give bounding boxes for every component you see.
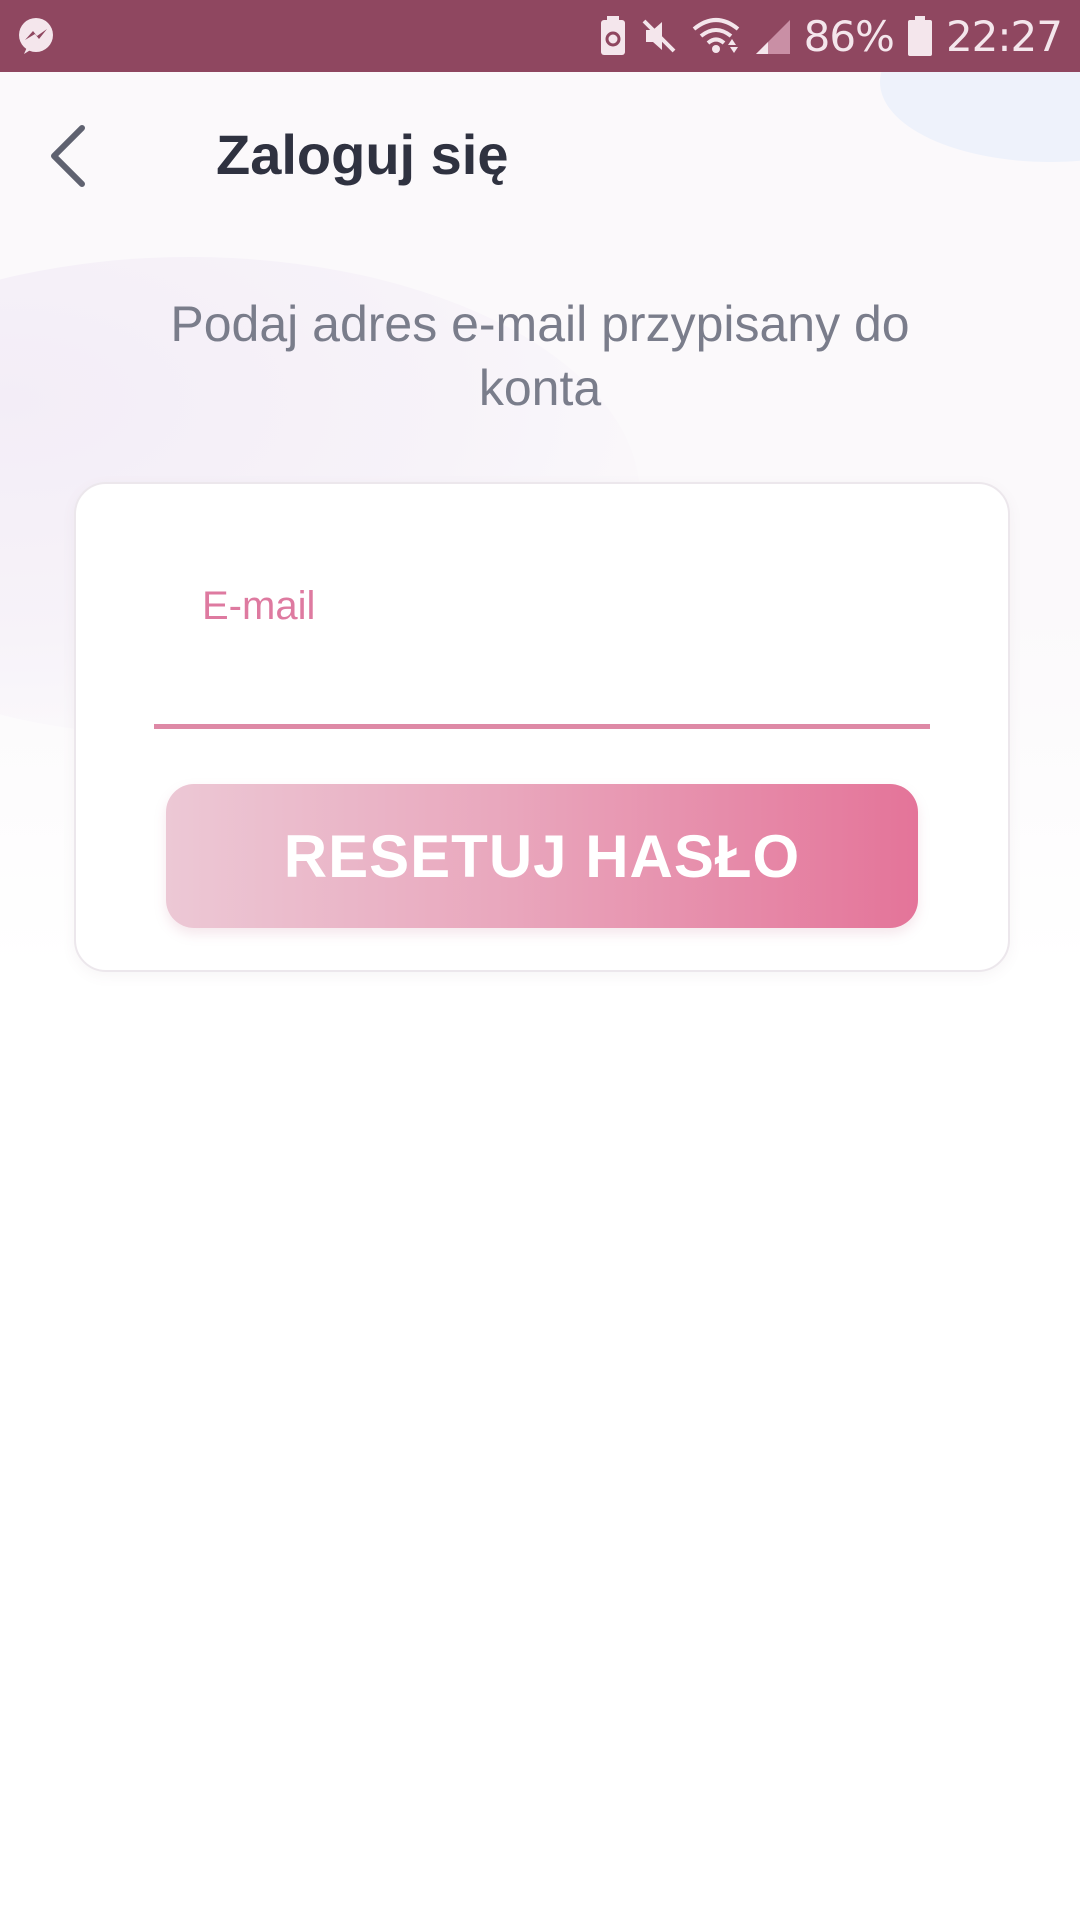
battery-percent: 86% [803,11,895,61]
chevron-left-icon [51,125,85,187]
battery-icon [907,16,932,56]
wifi-icon [692,17,740,55]
page-title: Zaloguj się [216,123,509,186]
instruction-text: Podaj adres e-mail przypisany do konta [170,296,910,416]
reset-password-button[interactable]: RESETUJ HASŁO [166,784,918,928]
email-label: E-mail [202,584,316,628]
reset-form-card: E-mail RESETUJ HASŁO [74,482,1010,972]
back-button[interactable] [36,116,100,196]
email-input[interactable] [154,634,934,696]
email-field: E-mail [154,584,934,734]
mute-icon [640,17,678,55]
battery-saver-icon [600,16,626,56]
clock: 22:27 [945,11,1063,61]
status-bar: 86% 22:27 [0,0,1080,72]
messenger-icon [16,16,56,56]
email-underline [154,724,930,729]
signal-icon [754,18,790,54]
reset-password-screen: Zaloguj się Podaj adres e-mail przypisan… [0,72,1080,1920]
